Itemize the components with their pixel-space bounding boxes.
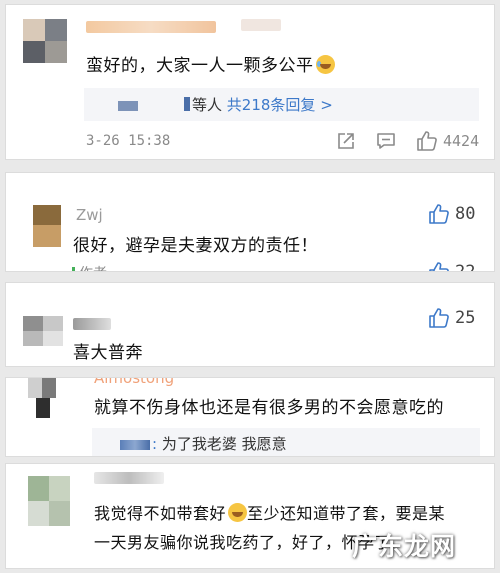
username-blurred bbox=[184, 97, 190, 111]
username-blurred bbox=[120, 440, 150, 450]
comment-text: 喜大普奔 bbox=[73, 343, 143, 363]
comment-text-line2: 一天男友骗你说我吃药了，好了，怀孕了 bbox=[94, 533, 392, 552]
thumbs-up-icon[interactable] bbox=[428, 203, 450, 229]
comment-card-4: Almostong 就算不伤身体也还是有很多男的不会愿意吃的 : 为了我老婆 我… bbox=[5, 377, 495, 457]
like-count: 22 bbox=[455, 262, 476, 272]
like-count: 4424 bbox=[443, 132, 480, 150]
comment-card-5: 我觉得不如带套好 至少还知道带了套，要是某 一天男友骗你说我吃药了，好了，怀孕了 … bbox=[5, 463, 495, 569]
comment-text: 很好，避孕是夫妻双方的责任！ bbox=[73, 236, 318, 256]
comment-text: 我觉得不如带套好 至少还知道带了套，要是某 bbox=[94, 503, 446, 523]
timestamp: 3-26 15:38 bbox=[86, 133, 171, 149]
watermark: 广东龙网 bbox=[351, 532, 456, 561]
thumbs-up-icon[interactable] bbox=[416, 130, 438, 156]
view-replies-link[interactable]: 共218条回复 > bbox=[227, 96, 333, 114]
comment-text: 蛮好的，大家一人一颗多公平 bbox=[86, 51, 335, 76]
like-count: 80 bbox=[455, 204, 476, 224]
reply-suffix: 等人 bbox=[192, 96, 223, 114]
reply-preview[interactable]: 等人 共218条回复 > bbox=[84, 88, 479, 121]
comment-icon[interactable] bbox=[376, 131, 396, 155]
username-blurred[interactable] bbox=[73, 318, 111, 330]
drooling-emoji bbox=[228, 503, 248, 522]
reply-preview-partial: 作者 bbox=[72, 263, 107, 271]
avatar[interactable] bbox=[28, 476, 70, 526]
username[interactable]: Almostong bbox=[94, 378, 174, 387]
username-blurred bbox=[118, 101, 138, 111]
like-count: 25 bbox=[455, 308, 476, 328]
reply-text: 为了我老婆 我愿意 bbox=[161, 435, 287, 453]
comment-card-3: 喜大普奔 25 bbox=[5, 282, 495, 367]
username-blurred[interactable] bbox=[94, 472, 164, 484]
laughing-tears-emoji bbox=[315, 55, 335, 74]
share-icon[interactable] bbox=[336, 131, 356, 155]
thumbs-up-icon[interactable] bbox=[428, 307, 450, 333]
thumbs-up-icon[interactable] bbox=[428, 261, 450, 271]
avatar[interactable] bbox=[28, 378, 56, 418]
avatar[interactable] bbox=[23, 19, 67, 63]
avatar[interactable] bbox=[23, 205, 67, 247]
username[interactable]: Zwj bbox=[76, 206, 103, 224]
comment-card-2: Zwj 很好，避孕是夫妻双方的责任！ 80 作者 22 bbox=[5, 172, 495, 272]
reply-preview[interactable]: : 为了我老婆 我愿意 bbox=[92, 428, 480, 456]
username-blurred bbox=[241, 19, 281, 31]
avatar[interactable] bbox=[23, 316, 63, 346]
username-blurred[interactable] bbox=[86, 21, 216, 33]
comment-card-1: 蛮好的，大家一人一颗多公平 等人 共218条回复 > 3-26 15:38 44… bbox=[5, 4, 495, 160]
comment-text: 就算不伤身体也还是有很多男的不会愿意吃的 bbox=[94, 398, 444, 418]
